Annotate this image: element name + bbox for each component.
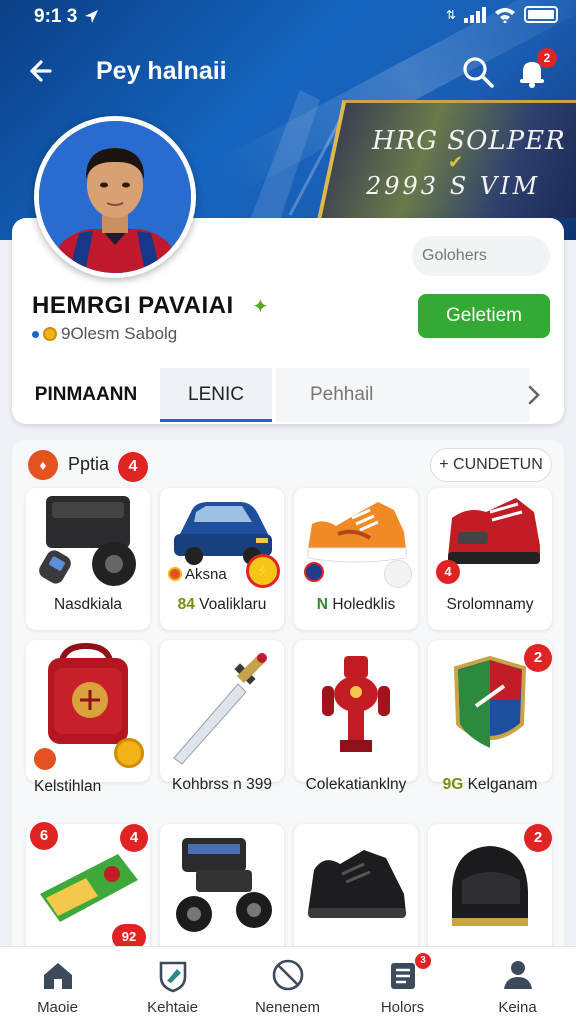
- section-count-badge: 4: [118, 452, 148, 482]
- item-label: N Holedklis: [316, 596, 396, 613]
- data-indicator-icon: ⇅: [445, 7, 456, 22]
- status-dot: [32, 330, 39, 338]
- wifi-icon: [495, 7, 515, 23]
- nav-notification-badge: 3: [415, 953, 431, 969]
- tab-bar: PINMAANN LENIC Pehhail: [14, 368, 566, 424]
- nav-label: Kehtaie: [147, 999, 198, 1016]
- tab-2-active[interactable]: LENIC: [160, 368, 272, 422]
- profile-subtitle: 9Olesm Sabolg: [32, 324, 177, 344]
- item-label: Colekatianklny: [305, 776, 407, 793]
- black-shoe-item-image: [308, 850, 406, 918]
- item-count-badge: 4: [120, 824, 148, 852]
- item-label: 84 Voaliklaru: [177, 596, 267, 613]
- item-card[interactable]: Aksna ⚡ 84 Voaliklaru: [160, 488, 284, 630]
- item-card[interactable]: Colekatianklny: [294, 640, 418, 793]
- chevron-right-icon[interactable]: [522, 383, 546, 407]
- item-card[interactable]: 4 Srolomnamy: [428, 488, 552, 630]
- nav-label: Maoie: [37, 999, 78, 1016]
- item-count-badge: 6: [30, 822, 58, 850]
- badge-icon: [304, 562, 324, 582]
- item-label: Srolomnamy: [446, 596, 534, 613]
- item-card[interactable]: Kelstihlan: [26, 640, 150, 795]
- coin-icon: [114, 738, 144, 768]
- item-count-badge: 4: [436, 560, 460, 584]
- avatar-portrait: [39, 121, 191, 273]
- status-time: 9:1 3: [34, 6, 99, 28]
- promo-banner[interactable]: [317, 100, 576, 218]
- item-card[interactable]: [160, 824, 284, 966]
- status-icons: ⇅: [446, 6, 558, 23]
- coin-icon: [43, 327, 57, 341]
- item-label: Kelstihlan: [34, 778, 102, 795]
- nav-label: Nenenem: [254, 999, 321, 1016]
- item-card[interactable]: Nasdkiala: [26, 488, 150, 630]
- item-label: 9G Kelganam: [442, 776, 538, 793]
- item-card[interactable]: N Holedklis: [294, 488, 418, 630]
- banner-subtitle: 2993 S VIM: [366, 172, 541, 200]
- battery-icon: [524, 6, 558, 23]
- back-arrow-icon[interactable]: [26, 54, 60, 88]
- location-icon: [84, 10, 98, 23]
- item-card[interactable]: [294, 824, 418, 966]
- page-title: Pey halnaii: [96, 57, 227, 85]
- shield-icon: [159, 961, 187, 993]
- app-bar: Pey halnaii: [0, 46, 576, 96]
- home-icon: [44, 963, 72, 989]
- nav-item-block[interactable]: Nenenem: [230, 947, 345, 1024]
- nav-item-list[interactable]: 3 Holors: [345, 947, 460, 1024]
- item-overlay-tag: Aksna: [168, 566, 227, 583]
- verified-leaf-icon: ✦: [252, 296, 269, 318]
- block-icon: [272, 959, 304, 991]
- item-count-badge: 2: [524, 824, 552, 852]
- item-label: Kohbrss n 399: [172, 776, 272, 793]
- nav-item-profile[interactable]: Keina: [460, 947, 575, 1024]
- item-card[interactable]: 2 9G Kelganam: [428, 640, 552, 793]
- avatar[interactable]: [34, 116, 196, 278]
- nav-label: Holors: [380, 999, 425, 1016]
- notification-badge: 2: [537, 48, 557, 68]
- tab-1[interactable]: PINMAANN: [14, 368, 158, 422]
- nav-item-shield[interactable]: Kehtaie: [115, 947, 230, 1024]
- followers-chip[interactable]: Golohers: [412, 236, 550, 276]
- profile-name: HEMRGI PAVAIAI: [32, 292, 234, 319]
- item-count-badge: 2: [524, 644, 552, 672]
- badge-icon: [168, 567, 182, 581]
- placeholder-circle: [384, 560, 412, 588]
- sword-item-image: [173, 653, 267, 765]
- check-icon: ✔: [448, 152, 464, 172]
- person-icon: [504, 961, 532, 989]
- section-fire-icon: ♦: [28, 450, 58, 480]
- banner-title: HRG SOLPER: [372, 126, 566, 156]
- section-action-button[interactable]: + CUNDETUN: [430, 448, 552, 482]
- nav-label: Keina: [498, 999, 537, 1016]
- item-card[interactable]: 2: [428, 824, 552, 966]
- badge-icon: [34, 748, 56, 770]
- trophy-figure-item-image: [322, 656, 390, 752]
- tab-3[interactable]: Pehhail: [276, 368, 530, 422]
- item-corner-badge: ⚡: [246, 554, 280, 588]
- item-card[interactable]: Kohbrss n 399: [160, 640, 284, 793]
- atv-item-image: [176, 838, 272, 932]
- bottom-navigation: Maoie Kehtaie Nenenem 3 Holors Keina: [0, 946, 576, 1024]
- signal-icon: [464, 6, 486, 23]
- primary-action-button[interactable]: Geletiem: [418, 294, 550, 338]
- status-bar: 9:1 3 ⇅: [0, 0, 576, 34]
- section-title: Pptia: [68, 454, 110, 474]
- item-label: Nasdkiala: [53, 596, 123, 613]
- nav-item-home[interactable]: Maoie: [0, 947, 115, 1024]
- search-icon[interactable]: [460, 54, 496, 90]
